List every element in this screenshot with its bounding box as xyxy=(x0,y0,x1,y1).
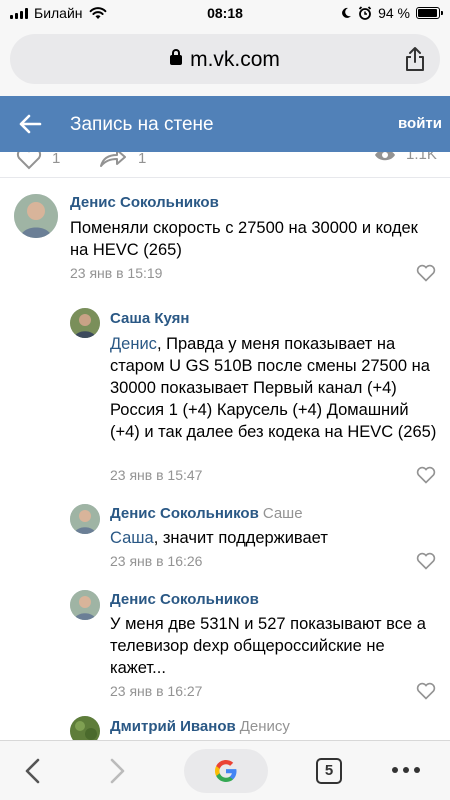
eye-icon xyxy=(375,152,395,160)
mention-link[interactable]: Саша xyxy=(110,529,154,547)
like-heart-icon[interactable] xyxy=(416,552,436,570)
battery-percent: 94 % xyxy=(378,5,410,21)
url-value: m.vk.com xyxy=(190,48,280,71)
comment-body: , значит поддерживает xyxy=(153,529,328,547)
like-count: 1 xyxy=(52,152,61,167)
comment-author[interactable]: Саша Куян xyxy=(110,310,189,327)
share-icon[interactable] xyxy=(404,46,426,72)
share-count: 1 xyxy=(138,152,147,167)
author-name: Денис Сокольников xyxy=(110,505,259,522)
avatar[interactable] xyxy=(70,590,100,620)
like-action[interactable]: 1 xyxy=(16,152,60,170)
browser-toolbar: 5 xyxy=(0,740,450,800)
author-name: Денис Сокольников xyxy=(70,194,219,211)
post-actions: 1 1 1.1K xyxy=(0,152,450,174)
share-action[interactable]: 1 xyxy=(98,152,146,170)
comment-date[interactable]: 23 янв в 16:27 xyxy=(110,683,202,699)
google-icon xyxy=(215,760,237,782)
comment-text: У меня две 531N и 527 показывают все а т… xyxy=(110,615,426,677)
like-heart-icon[interactable] xyxy=(416,466,436,484)
like-heart-icon[interactable] xyxy=(416,682,436,700)
comment-text: Денис, Правда у меня показывает на старо… xyxy=(110,333,440,443)
login-link[interactable]: войти xyxy=(398,115,442,132)
address-bar[interactable]: m.vk.com xyxy=(10,34,440,84)
avatar[interactable] xyxy=(14,194,58,238)
author-name: Дмитрий Иванов xyxy=(110,718,236,735)
comment-date[interactable]: 23 янв в 15:47 xyxy=(110,467,202,483)
back-arrow-icon[interactable] xyxy=(18,112,42,136)
avatar[interactable] xyxy=(70,504,100,534)
page-header: Запись на стене войти xyxy=(0,96,450,152)
avatar[interactable] xyxy=(70,308,100,338)
status-bar: Билайн 08:18 94 % xyxy=(0,0,450,26)
browser-address-area: m.vk.com xyxy=(0,26,450,96)
lock-icon xyxy=(170,49,183,65)
battery-level xyxy=(418,9,437,17)
comment-text: Саша, значит поддерживает xyxy=(110,527,440,549)
comment-author[interactable]: Дмитрий Иванов Денису xyxy=(110,718,290,735)
battery-icon xyxy=(416,7,443,19)
back-icon[interactable] xyxy=(22,757,42,785)
repost-icon xyxy=(100,152,126,167)
alarm-icon xyxy=(358,6,372,20)
reply-to[interactable]: Саше xyxy=(263,505,303,522)
comment-date[interactable]: 23 янв в 16:26 xyxy=(110,553,202,569)
comment-text: Поменяли скорость с 27500 на 30000 и код… xyxy=(70,219,418,259)
views: 1.1K xyxy=(374,152,437,163)
forward-icon[interactable] xyxy=(108,757,128,785)
more-menu-icon[interactable] xyxy=(392,767,420,773)
comment-date[interactable]: 23 янв в 15:19 xyxy=(70,265,162,281)
comment-author[interactable]: Денис Сокольников xyxy=(70,194,219,211)
tabs-button[interactable]: 5 xyxy=(316,758,342,784)
author-name: Денис Сокольников xyxy=(110,591,259,608)
comment-body: , Правда у меня показывает на старом U G… xyxy=(110,335,437,441)
divider xyxy=(0,177,450,178)
view-count: 1.1K xyxy=(406,152,437,163)
comment-author[interactable]: Денис Сокольников xyxy=(110,591,259,608)
heart-icon xyxy=(16,152,42,170)
reply-to[interactable]: Денису xyxy=(240,718,290,735)
author-name: Саша Куян xyxy=(110,310,190,327)
mention-link[interactable]: Денис xyxy=(110,335,157,353)
moon-icon xyxy=(342,7,352,18)
comment-author[interactable]: Денис Сокольников Саше xyxy=(110,505,303,522)
url-text[interactable]: m.vk.com xyxy=(10,48,440,72)
status-right: 94 % xyxy=(340,5,443,21)
like-heart-icon[interactable] xyxy=(416,264,436,282)
page-title: Запись на стене xyxy=(70,114,214,135)
google-button[interactable] xyxy=(184,749,268,793)
